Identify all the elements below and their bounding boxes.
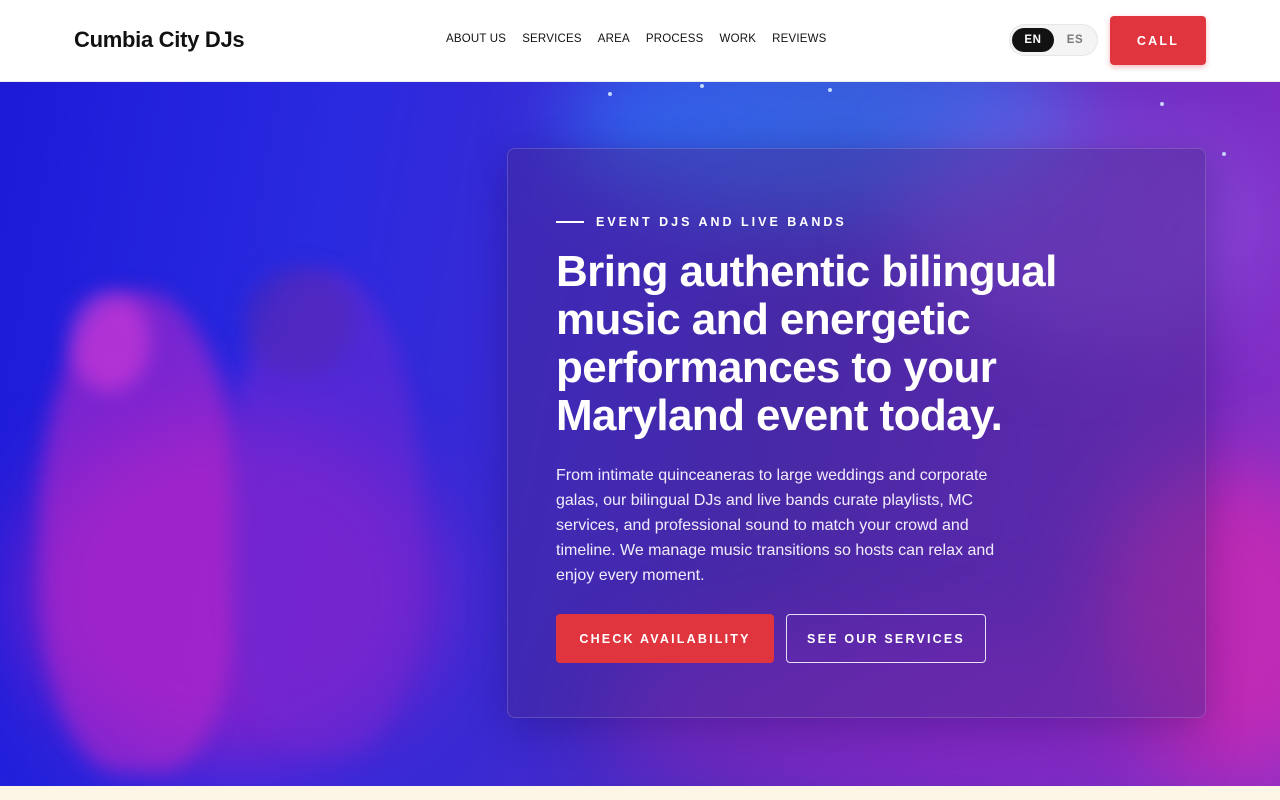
language-toggle: EN ES [1009, 24, 1098, 56]
nav-work[interactable]: WORK [720, 33, 757, 45]
check-availability-button[interactable]: CHECK AVAILABILITY [556, 614, 774, 663]
hero-description: From intimate quinceaneras to large wedd… [556, 467, 995, 584]
light-sparkle [828, 88, 832, 92]
nav-services[interactable]: SERVICES [522, 33, 582, 45]
hero-section: EVENT DJS AND LIVE BANDS Bring authentic… [0, 82, 1280, 786]
nav-process[interactable]: PROCESS [646, 33, 704, 45]
nav-area[interactable]: AREA [598, 33, 630, 45]
see-our-services-button[interactable]: SEE OUR SERVICES [786, 614, 986, 663]
nav-about-us[interactable]: ABOUT US [446, 33, 506, 45]
dancer-silhouette [245, 267, 355, 377]
main-nav: ABOUT US SERVICES AREA PROCESS WORK REVI… [446, 33, 843, 45]
light-sparkle [1160, 102, 1164, 106]
hero-card: EVENT DJS AND LIVE BANDS Bring authentic… [507, 148, 1206, 718]
light-sparkle [1222, 152, 1226, 156]
light-sparkle [608, 92, 612, 96]
eyebrow-line [556, 221, 584, 223]
site-header: Cumbia City DJs ABOUT US SERVICES AREA P… [0, 0, 1280, 82]
next-section-edge [0, 786, 1280, 800]
call-button[interactable]: CALL [1110, 16, 1206, 65]
eyebrow-text: EVENT DJS AND LIVE BANDS [596, 215, 847, 229]
hero-eyebrow: EVENT DJS AND LIVE BANDS [556, 215, 847, 229]
dancer-silhouette [70, 292, 150, 392]
lang-option-en[interactable]: EN [1012, 28, 1054, 52]
site-logo[interactable]: Cumbia City DJs [74, 27, 245, 53]
nav-reviews[interactable]: REVIEWS [772, 33, 826, 45]
light-sparkle [700, 84, 704, 88]
lang-option-es[interactable]: ES [1054, 28, 1096, 52]
hero-headline: Bring authentic bilingual music and ener… [556, 247, 1057, 440]
